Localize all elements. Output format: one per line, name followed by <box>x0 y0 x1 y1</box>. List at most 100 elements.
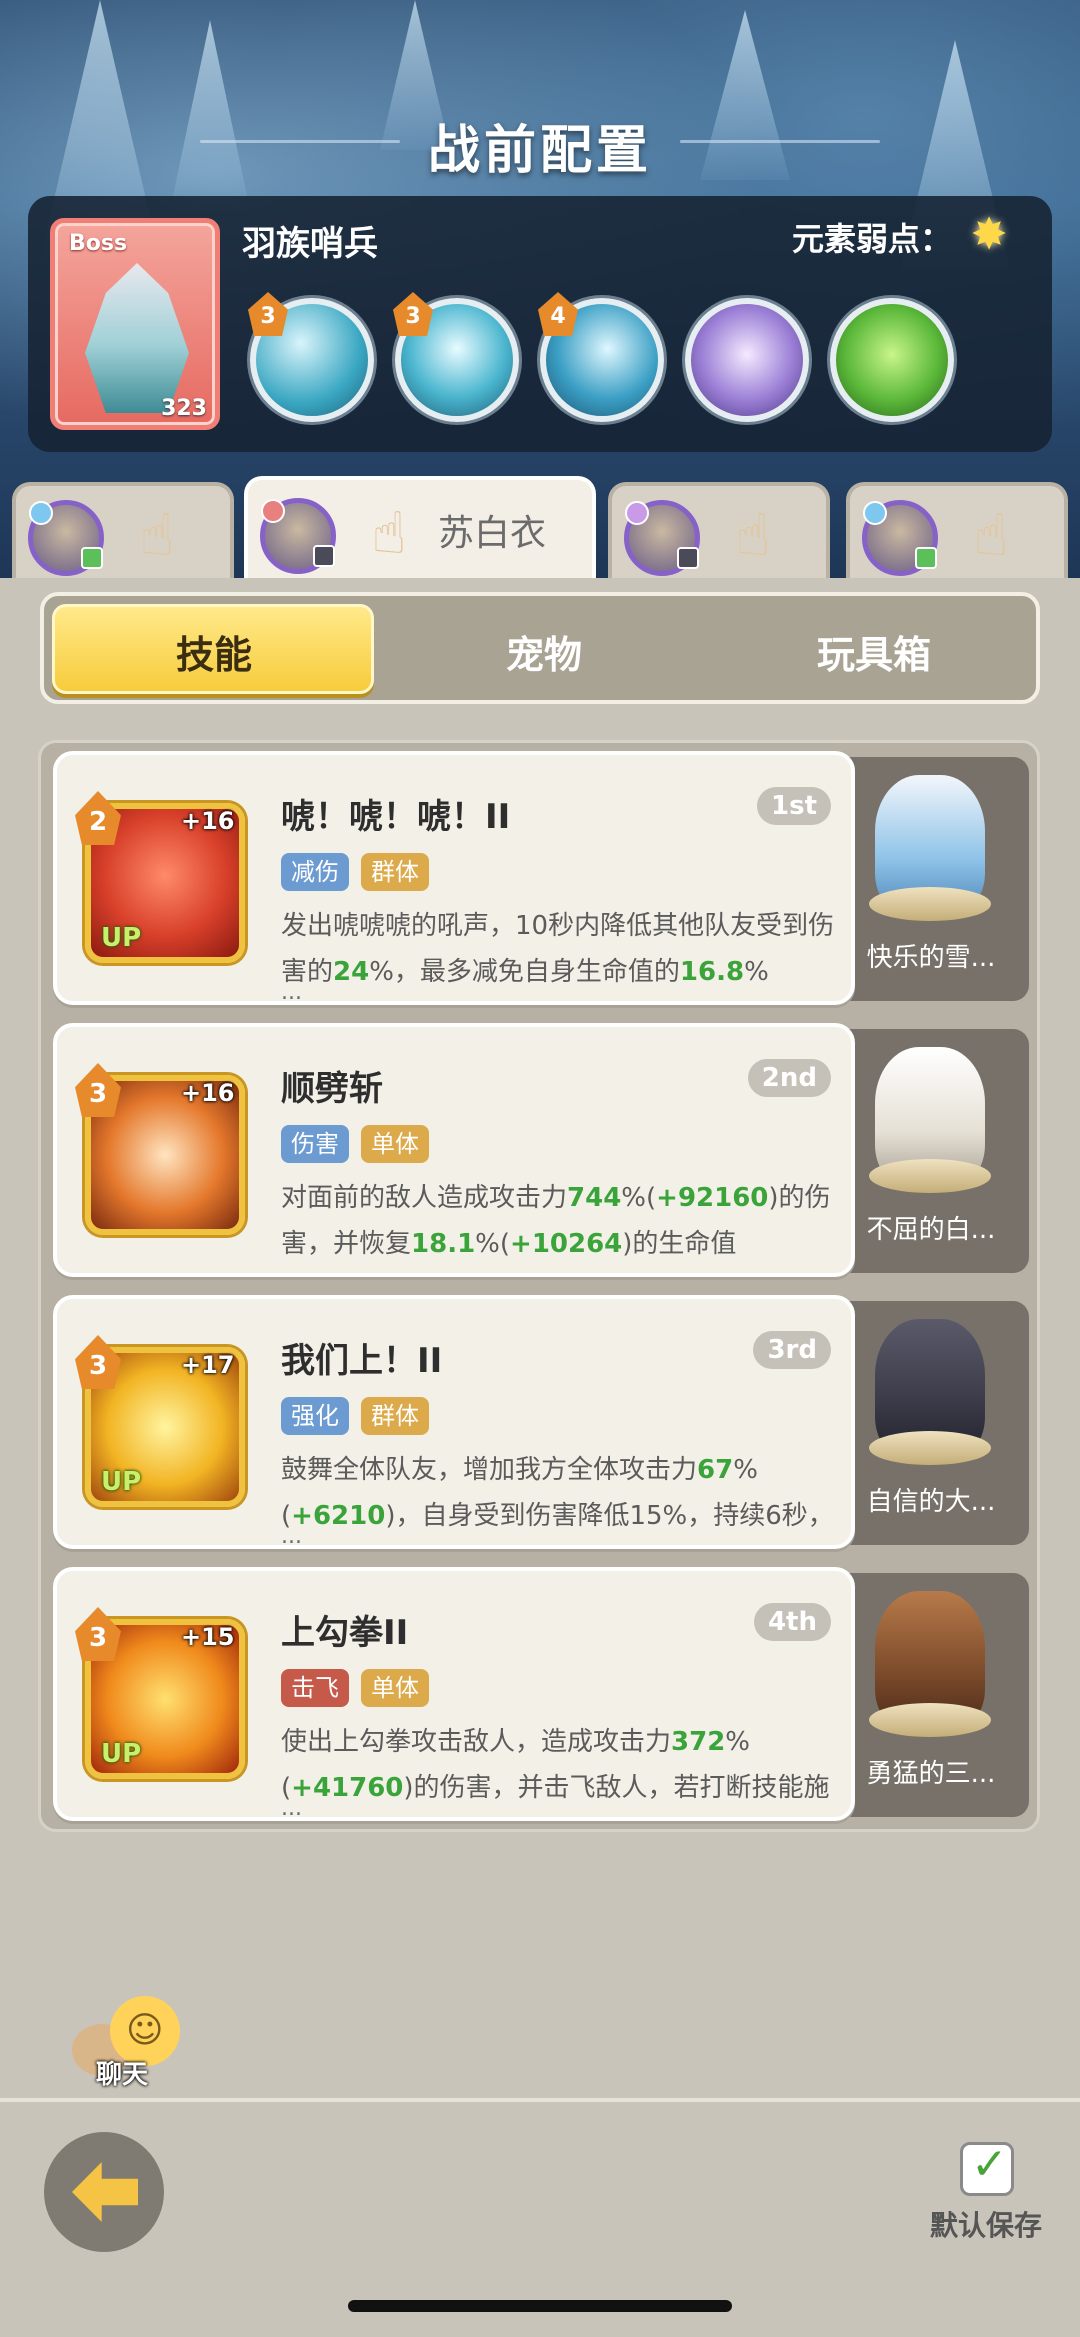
pet-pedestal <box>869 1431 991 1465</box>
description-ellipsis: ... <box>281 980 302 1005</box>
skill-level-badge: 3 <box>75 1063 121 1117</box>
skill-order-badge: 2nd <box>747 1059 831 1097</box>
hero-tab-2[interactable]: ☝ 苏白衣 <box>244 476 596 582</box>
skill-level-badge: 3 <box>75 1607 121 1661</box>
skill-tag: 伤害 <box>281 1125 349 1163</box>
skill-title: 上勾拳II <box>281 1613 409 1653</box>
pet-slot[interactable]: 不屈的白... <box>833 1029 1029 1273</box>
skill-title: 顺劈斩 <box>281 1069 383 1109</box>
hero-tab-1[interactable]: ☝ <box>12 482 234 582</box>
skill-order-badge: 4th <box>753 1603 831 1641</box>
skill-title: 我们上！II <box>281 1341 443 1381</box>
smile-face-glyph: ☺ <box>126 2010 164 2051</box>
hero-avatar <box>624 500 700 576</box>
skill-tag: 群体 <box>361 1397 429 1435</box>
pet-name: 快乐的雪... <box>866 943 996 973</box>
page-title: 战前配置 <box>427 121 652 181</box>
hero-tab-4[interactable]: ☝ <box>846 482 1068 582</box>
chat-button[interactable]: ☺ 聊天 <box>66 1990 196 2100</box>
skill-plus-level: +16 <box>181 807 235 835</box>
back-arrow-icon <box>72 2162 138 2222</box>
home-indicator[interactable] <box>348 2300 732 2312</box>
skill-level-badge: 2 <box>75 791 121 845</box>
status-badge <box>81 547 103 569</box>
hero-tab-3[interactable]: ☝ <box>608 482 830 582</box>
default-save-checkbox[interactable]: ✓ <box>960 2139 1014 2196</box>
pet-slot[interactable]: 勇猛的三... <box>833 1573 1029 1817</box>
skill-tag: 减伤 <box>281 853 349 891</box>
star-burst-icon[interactable]: ✸ <box>966 212 1012 258</box>
pet-slot[interactable]: 自信的大... <box>833 1301 1029 1545</box>
upgrade-badge: UP <box>101 1467 142 1497</box>
boss-figure <box>85 263 189 413</box>
main-panel: 技能 宠物 玩具箱 快乐的雪... 2 +16 UP 唬！唬！唬！II 1st … <box>0 578 1080 2098</box>
boss-panel: Boss 323 羽族哨兵 元素弱点： ✸ 3 3 4 <box>28 196 1052 452</box>
skill-description: 使出上勾拳攻击敌人，造成攻击力372%(+41760)的伤害，并击飞敌人，若打断… <box>281 1727 830 1803</box>
element-icon <box>261 499 285 523</box>
boss-tag: Boss <box>69 231 128 256</box>
skill-title: 唬！唬！唬！II <box>281 797 511 837</box>
skill-order-badge: 3rd <box>753 1331 831 1369</box>
skill-row: 快乐的雪... 2 +16 UP 唬！唬！唬！II 1st 减伤 群体 发出唬唬… <box>53 751 1029 1005</box>
pet-name: 勇猛的三... <box>866 1759 996 1789</box>
skill-tag: 强化 <box>281 1397 349 1435</box>
status-badge <box>313 545 335 567</box>
element-icon <box>29 501 53 525</box>
tab-toybox[interactable]: 玩具箱 <box>714 624 1034 679</box>
skill-plus-level: +17 <box>181 1351 235 1379</box>
status-badge <box>915 547 937 569</box>
green-slime-icon[interactable] <box>830 298 954 422</box>
hero-avatar <box>28 500 104 576</box>
hero-avatar <box>862 500 938 576</box>
hand-icon: ☝ <box>735 501 771 569</box>
skill-plus-level: +15 <box>181 1623 235 1651</box>
pet-slot[interactable]: 快乐的雪... <box>833 757 1029 1001</box>
skill-tag: 群体 <box>361 853 429 891</box>
skill-card[interactable]: 2 +16 UP 唬！唬！唬！II 1st 减伤 群体 发出唬唬唬的吼声，10秒… <box>53 751 855 1005</box>
pet-name: 不屈的白... <box>866 1215 996 1245</box>
status-badge <box>677 547 699 569</box>
upgrade-badge: UP <box>101 1739 142 1769</box>
check-icon: ✓ <box>971 2139 1008 2190</box>
skill-row: 不屈的白... 3 +16 顺劈斩 2nd 伤害 单体 对面前的敌人造成攻击力7… <box>53 1023 1029 1277</box>
skill-card[interactable]: 3 +17 UP 我们上！II 3rd 强化 群体 鼓舞全体队友，增加我方全体攻… <box>53 1295 855 1549</box>
tab-skills[interactable]: 技能 <box>54 624 374 679</box>
hero-name: 苏白衣 <box>438 513 547 554</box>
boss-portrait[interactable]: Boss 323 <box>50 218 220 430</box>
hero-avatar <box>260 498 336 574</box>
segment-tabs: 技能 宠物 玩具箱 <box>40 592 1040 704</box>
skill-description: 发出唬唬唬的吼声，10秒内降低其他队友受到伤害的24%，最多减免自身生命值的16… <box>281 911 835 987</box>
skill-level-badge: 3 <box>248 292 288 336</box>
skill-plus-level: +16 <box>181 1079 235 1107</box>
hand-icon: ☝ <box>139 501 175 569</box>
skill-description: 对面前的敌人造成攻击力744%(+92160)的伤害，并恢复18.1%(+102… <box>281 1183 831 1259</box>
skill-row: 自信的大... 3 +17 UP 我们上！II 3rd 强化 群体 鼓舞全体队友… <box>53 1295 1029 1549</box>
default-save-label: 默认保存 <box>930 2209 1043 2242</box>
back-button[interactable] <box>44 2132 164 2252</box>
description-ellipsis: ... <box>281 1796 302 1821</box>
skill-card[interactable]: 3 +16 顺劈斩 2nd 伤害 单体 对面前的敌人造成攻击力744%(+921… <box>53 1023 855 1277</box>
skill-level-badge: 3 <box>75 1335 121 1389</box>
element-weakness-label: 元素弱点： <box>791 220 952 258</box>
element-icon <box>863 501 887 525</box>
pet-pedestal <box>869 1703 991 1737</box>
skill-tag: 单体 <box>361 1125 429 1163</box>
skill-order-badge: 1st <box>757 787 831 825</box>
upgrade-badge: UP <box>101 923 142 953</box>
skill-list: 快乐的雪... 2 +16 UP 唬！唬！唬！II 1st 减伤 群体 发出唬唬… <box>38 740 1040 1832</box>
skill-level-badge: 3 <box>393 292 433 336</box>
purple-whirl-icon[interactable] <box>685 298 809 422</box>
skill-card[interactable]: 3 +15 UP 上勾拳II 4th 击飞 单体 使出上勾拳攻击敌人，造成攻击力… <box>53 1567 855 1821</box>
tab-pets[interactable]: 宠物 <box>384 624 704 679</box>
skill-row: 勇猛的三... 3 +15 UP 上勾拳II 4th 击飞 单体 使出上勾拳攻击… <box>53 1567 1029 1821</box>
hand-icon: ☝ <box>973 501 1009 569</box>
skill-level-badge: 4 <box>538 292 578 336</box>
pet-name: 自信的大... <box>866 1487 996 1517</box>
pet-pedestal <box>869 1159 991 1193</box>
skill-tag: 击飞 <box>281 1669 349 1707</box>
description-ellipsis: ... <box>281 1524 302 1549</box>
skill-description: 鼓舞全体队友，增加我方全体攻击力67%(+6210)，自身受到伤害降低15%，持… <box>281 1455 834 1531</box>
chat-label: 聊天 <box>96 2060 149 2090</box>
skill-tag: 单体 <box>361 1669 429 1707</box>
element-icon <box>625 501 649 525</box>
